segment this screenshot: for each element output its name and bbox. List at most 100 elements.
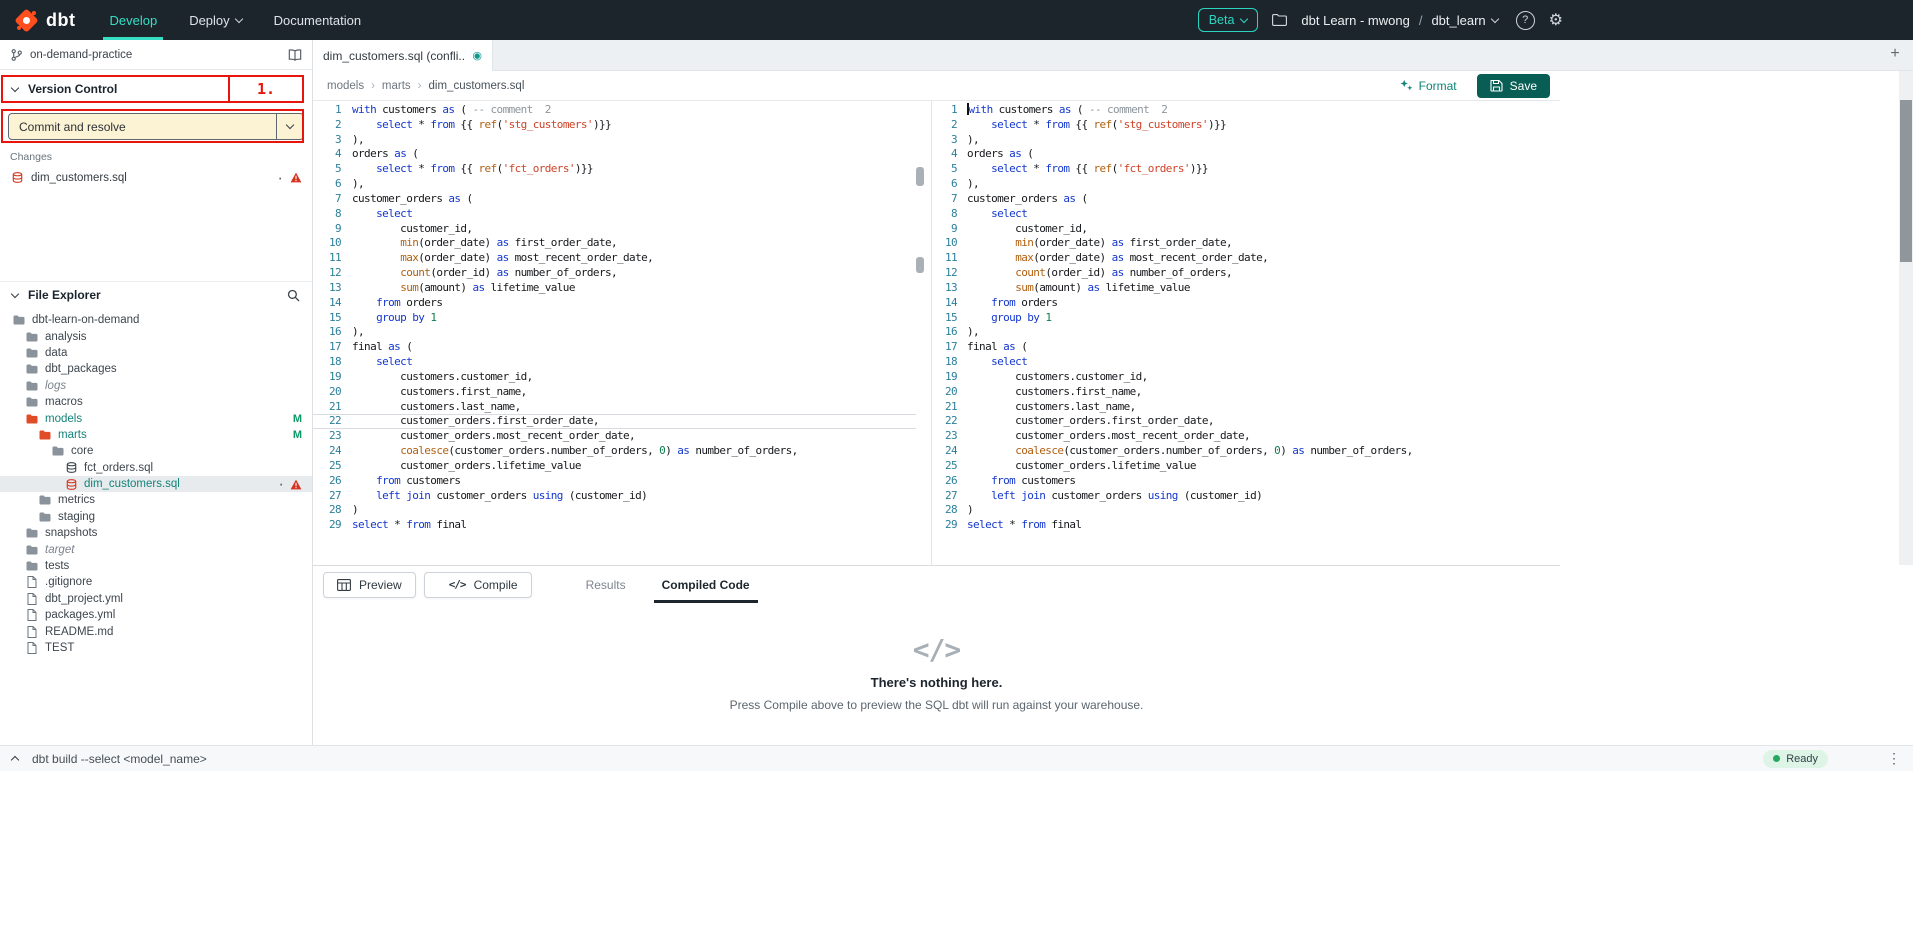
scrollbar-thumb[interactable]: [1900, 100, 1912, 262]
code-line-18[interactable]: 18 select: [937, 355, 1560, 370]
code-line-8[interactable]: 8 select: [937, 207, 1560, 222]
tree-item-fct-orders-sql[interactable]: fct_orders.sql: [0, 460, 312, 476]
code-line-20[interactable]: 20 customers.first_name,: [313, 385, 916, 400]
code-line-9[interactable]: 9 customer_id,: [313, 222, 916, 237]
code-line-18[interactable]: 18 select: [313, 355, 916, 370]
breadcrumb-item[interactable]: marts: [382, 80, 411, 92]
new-tab-button[interactable]: +: [1885, 45, 1905, 63]
results-tab-results[interactable]: Results: [568, 566, 644, 603]
code-line-28[interactable]: 28): [937, 503, 1560, 518]
code-line-8[interactable]: 8 select: [313, 207, 916, 222]
tree-item-snapshots[interactable]: snapshots: [0, 525, 312, 541]
code-line-21[interactable]: 21 customers.last_name,: [313, 400, 916, 415]
code-line-23[interactable]: 23 customer_orders.most_recent_order_dat…: [937, 429, 1560, 444]
results-tab-compiled-code[interactable]: Compiled Code: [644, 566, 768, 603]
gear-icon[interactable]: ⚙: [1549, 10, 1563, 30]
preview-button[interactable]: Preview: [323, 572, 416, 598]
code-line-29[interactable]: 29select * from final: [313, 518, 916, 533]
commit-dropdown-button[interactable]: [276, 114, 303, 139]
tree-item-data[interactable]: data: [0, 345, 312, 361]
code-line-19[interactable]: 19 customers.customer_id,: [313, 370, 916, 385]
code-line-12[interactable]: 12 count(order_id) as number_of_orders,: [937, 266, 1560, 281]
code-line-6[interactable]: 6),: [313, 177, 916, 192]
code-line-17[interactable]: 17final as (: [313, 340, 916, 355]
command-input[interactable]: dbt build --select <model_name>: [32, 752, 1749, 766]
code-line-21[interactable]: 21 customers.last_name,: [937, 400, 1560, 415]
editor-pane-right[interactable]: 1with customers as ( -- comment 22 selec…: [937, 101, 1560, 565]
code-line-13[interactable]: 13 sum(amount) as lifetime_value: [313, 281, 916, 296]
code-line-5[interactable]: 5 select * from {{ ref('fct_orders')}}: [937, 162, 1560, 177]
tree-item-tests[interactable]: tests: [0, 558, 312, 574]
code-line-4[interactable]: 4orders as (: [313, 147, 916, 162]
commit-and-resolve-button[interactable]: Commit and resolve: [8, 113, 304, 140]
code-line-23[interactable]: 23 customer_orders.most_recent_order_dat…: [313, 429, 916, 444]
code-line-12[interactable]: 12 count(order_id) as number_of_orders,: [313, 266, 916, 281]
code-line-15[interactable]: 15 group by 1: [937, 311, 1560, 326]
tree-item-macros[interactable]: macros: [0, 394, 312, 410]
version-control-header[interactable]: Version Control: [0, 76, 312, 102]
save-button[interactable]: Save: [1477, 74, 1550, 98]
tree-item-dbt-packages[interactable]: dbt_packages: [0, 361, 312, 377]
tree-item-marts[interactable]: martsM: [0, 427, 312, 443]
code-line-10[interactable]: 10 min(order_date) as first_order_date,: [937, 236, 1560, 251]
code-line-16[interactable]: 16),: [313, 325, 916, 340]
code-line-6[interactable]: 6),: [937, 177, 1560, 192]
code-line-10[interactable]: 10 min(order_date) as first_order_date,: [313, 236, 916, 251]
tree-item-readme-md[interactable]: README.md: [0, 623, 312, 639]
code-line-20[interactable]: 20 customers.first_name,: [937, 385, 1560, 400]
code-line-1[interactable]: 1with customers as ( -- comment 2: [313, 103, 916, 118]
changed-file-row[interactable]: dim_customers.sql ·: [0, 168, 312, 187]
code-line-3[interactable]: 3),: [937, 133, 1560, 148]
code-line-27[interactable]: 27 left join customer_orders using (cust…: [937, 489, 1560, 504]
tree-item-target[interactable]: target: [0, 541, 312, 557]
nav-deploy[interactable]: Deploy: [173, 0, 257, 40]
chevron-up-icon[interactable]: [11, 756, 19, 764]
tree-item-packages-yml[interactable]: packages.yml: [0, 607, 312, 623]
docs-book-icon[interactable]: [288, 49, 302, 61]
code-line-11[interactable]: 11 max(order_date) as most_recent_order_…: [313, 251, 916, 266]
account-name[interactable]: dbt Learn - mwong: [1301, 13, 1409, 28]
code-line-22[interactable]: 22 customer_orders.first_order_date,: [313, 414, 916, 429]
overview-ruler[interactable]: [916, 101, 924, 565]
tree-item-dim-customers-sql[interactable]: dim_customers.sql·: [0, 476, 312, 492]
tree-item-metrics[interactable]: metrics: [0, 492, 312, 508]
code-line-5[interactable]: 5 select * from {{ ref('fct_orders')}}: [313, 162, 916, 177]
format-button[interactable]: Format: [1400, 79, 1457, 93]
code-line-15[interactable]: 15 group by 1: [313, 311, 916, 326]
code-line-28[interactable]: 28): [313, 503, 916, 518]
compile-button[interactable]: </> Compile: [424, 572, 532, 598]
code-line-24[interactable]: 24 coalesce(customer_orders.number_of_or…: [937, 444, 1560, 459]
tree-item-dbt-project-yml[interactable]: dbt_project.yml: [0, 591, 312, 607]
nav-develop[interactable]: Develop: [93, 0, 173, 40]
file-explorer-header[interactable]: File Explorer: [0, 281, 312, 308]
scrollbar-thumb[interactable]: [916, 167, 924, 186]
code-line-7[interactable]: 7customer_orders as (: [313, 192, 916, 207]
tree-item-core[interactable]: core: [0, 443, 312, 459]
code-line-11[interactable]: 11 max(order_date) as most_recent_order_…: [937, 251, 1560, 266]
code-line-13[interactable]: 13 sum(amount) as lifetime_value: [937, 281, 1560, 296]
code-line-22[interactable]: 22 customer_orders.first_order_date,: [937, 414, 1560, 429]
code-line-2[interactable]: 2 select * from {{ ref('stg_customers')}…: [937, 118, 1560, 133]
code-line-14[interactable]: 14 from orders: [937, 296, 1560, 311]
beta-toggle[interactable]: Beta: [1198, 8, 1259, 32]
help-icon[interactable]: ?: [1516, 11, 1535, 30]
code-line-14[interactable]: 14 from orders: [313, 296, 916, 311]
kebab-menu-icon[interactable]: ⋮: [1887, 750, 1901, 767]
code-line-3[interactable]: 3),: [313, 133, 916, 148]
branch-selector[interactable]: on-demand-practice: [0, 40, 312, 70]
dbt-logo[interactable]: dbt: [0, 8, 93, 33]
code-line-7[interactable]: 7customer_orders as (: [937, 192, 1560, 207]
breadcrumb-item[interactable]: models: [327, 80, 364, 92]
project-selector[interactable]: dbt_learn: [1431, 13, 1497, 28]
tree-item-logs[interactable]: logs: [0, 378, 312, 394]
code-line-2[interactable]: 2 select * from {{ ref('stg_customers')}…: [313, 118, 916, 133]
code-line-9[interactable]: 9 customer_id,: [937, 222, 1560, 237]
code-line-19[interactable]: 19 customers.customer_id,: [937, 370, 1560, 385]
editor-pane-left[interactable]: 1with customers as ( -- comment 22 selec…: [313, 101, 916, 565]
nav-documentation[interactable]: Documentation: [258, 0, 377, 40]
search-icon[interactable]: [287, 289, 300, 302]
tree-item-dbt-learn-on-demand[interactable]: dbt-learn-on-demand: [0, 312, 312, 328]
breadcrumb-item[interactable]: dim_customers.sql: [429, 80, 525, 92]
code-line-1[interactable]: 1with customers as ( -- comment 2: [937, 103, 1560, 118]
code-line-17[interactable]: 17final as (: [937, 340, 1560, 355]
